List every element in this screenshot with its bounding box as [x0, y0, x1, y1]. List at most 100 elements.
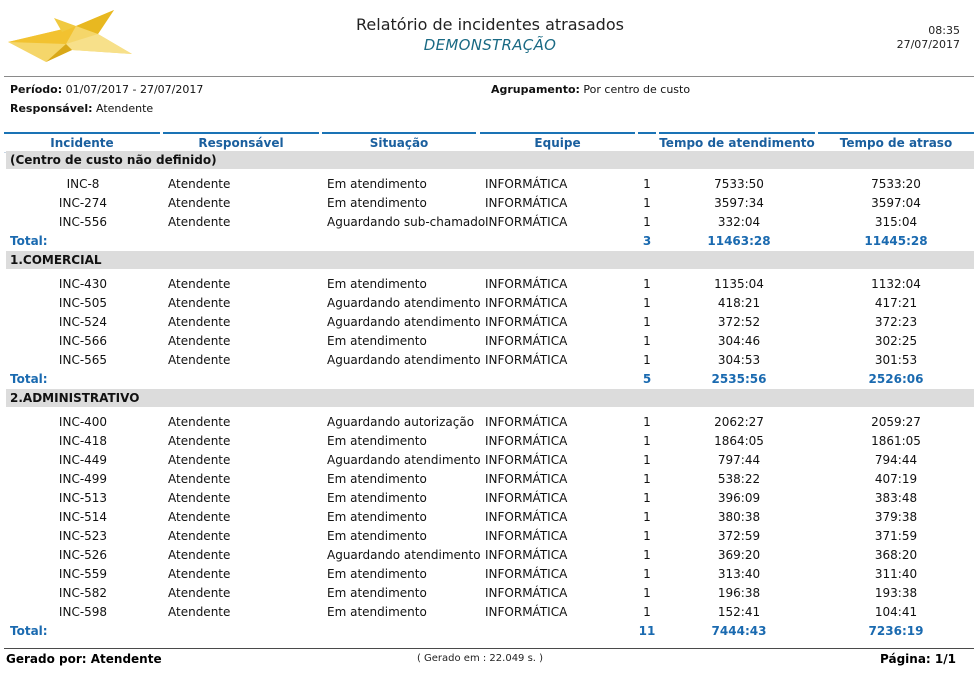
table-row: INC-8 Atendente Em atendimento INFORMÁTICA 1…	[0, 175, 978, 194]
tempo-atraso-cell: 368:20	[874, 548, 918, 562]
responsavel-label: Responsável:	[10, 102, 93, 115]
column-header-responsavel: Responsável	[163, 132, 319, 153]
tempo-atendimento-cell: 3597:34	[714, 196, 764, 210]
qtd-cell: 1	[643, 510, 651, 524]
report-title: Relatório de incidentes atrasados	[356, 15, 624, 34]
report-subtitle: DEMONSTRAÇÃO	[423, 36, 557, 54]
qtd-cell: 1	[643, 277, 651, 291]
incidente-cell: INC-418	[58, 434, 108, 448]
equipe-cell: INFORMÁTICA	[485, 510, 568, 524]
incidente-cell: INC-556	[58, 215, 108, 229]
situacao-cell: Em atendimento	[327, 567, 427, 581]
qtd-cell: 1	[643, 215, 651, 229]
responsavel-cell: Atendente	[168, 548, 231, 562]
incidente-cell: INC-499	[58, 472, 108, 486]
tempo-atraso-cell: 383:48	[874, 491, 918, 505]
equipe-cell: INFORMÁTICA	[485, 434, 568, 448]
incidente-cell: INC-524	[58, 315, 108, 329]
equipe-cell: INFORMÁTICA	[485, 586, 568, 600]
equipe-cell: INFORMÁTICA	[485, 334, 568, 348]
periodo-filter: Período: 01/07/2017 - 27/07/2017	[10, 83, 203, 96]
table-row: INC-430 Atendente Em atendimento INFORMÁTIC…	[0, 275, 978, 294]
column-header-tempo-atraso: Tempo de atraso	[818, 132, 974, 153]
report-time: 08:35	[928, 24, 960, 37]
title-block: Relatório de incidentes atrasados DEMONS…	[240, 15, 740, 54]
group-header: 2.ADMINISTRATIVO	[6, 389, 974, 407]
equipe-cell: INFORMÁTICA	[485, 548, 568, 562]
incidente-cell: INC-566	[58, 334, 108, 348]
tempo-atraso-cell: 371:59	[874, 529, 918, 543]
tempo-atraso-cell: 193:38	[874, 586, 918, 600]
origami-airplane-logo	[6, 4, 134, 66]
tempo-atraso-cell: 302:25	[874, 334, 918, 348]
responsavel-cell: Atendente	[168, 491, 231, 505]
table-row: INC-499 Atendente Em atendimento INFORMÁTIC…	[0, 470, 978, 489]
situacao-cell: Em atendimento	[327, 177, 427, 191]
tempo-atraso-cell: 311:40	[874, 567, 918, 581]
group-total-row: Total: 3 11463:28 11445:28	[0, 232, 978, 251]
tempo-atraso-cell: 301:53	[874, 353, 918, 367]
equipe-cell: INFORMÁTICA	[485, 415, 568, 429]
group-total-row: Total: 11 7444:43 7236:19	[0, 622, 978, 641]
responsavel-cell: Atendente	[168, 605, 231, 619]
tempo-atendimento-cell: 304:53	[717, 353, 761, 367]
tempo-atendimento-cell: 538:22	[717, 472, 761, 486]
qtd-cell: 1	[643, 529, 651, 543]
responsavel-cell: Atendente	[168, 334, 231, 348]
qtd-cell: 1	[643, 434, 651, 448]
qtd-cell: 1	[643, 491, 651, 505]
periodo-value: 01/07/2017 - 27/07/2017	[65, 83, 204, 96]
tempo-atraso-cell: 379:38	[874, 510, 918, 524]
incidente-cell: INC-582	[58, 586, 108, 600]
table-row: INC-449 Atendente Aguardando atendimento IN…	[0, 451, 978, 470]
tempo-atendimento-cell: 372:52	[717, 315, 761, 329]
tempo-atendimento-cell: 304:46	[717, 334, 761, 348]
responsavel-cell: Atendente	[168, 510, 231, 524]
table-row: INC-566 Atendente Em atendimento INFORMÁTIC…	[0, 332, 978, 351]
footer-divider	[4, 648, 974, 649]
equipe-cell: INFORMÁTICA	[485, 491, 568, 505]
table-row: INC-556 Atendente Aguardando sub-chamado IN…	[0, 213, 978, 232]
situacao-cell: Aguardando atendimento	[327, 296, 481, 310]
agrupamento-label: Agrupamento:	[491, 83, 580, 96]
equipe-cell: INFORMÁTICA	[485, 296, 568, 310]
tempo-atraso-cell: 7533:20	[871, 177, 921, 191]
column-header-equipe: Equipe	[480, 132, 635, 153]
tempo-atendimento-cell: 2062:27	[714, 415, 764, 429]
column-header-situacao: Situação	[322, 132, 476, 153]
equipe-cell: INFORMÁTICA	[485, 453, 568, 467]
group-header: 1.COMERCIAL	[6, 251, 974, 269]
table-row: INC-505 Atendente Aguardando atendimento IN…	[0, 294, 978, 313]
situacao-cell: Aguardando atendimento	[327, 453, 481, 467]
tempo-atendimento-cell: 380:38	[717, 510, 761, 524]
table-row: INC-514 Atendente Em atendimento INFORMÁTIC…	[0, 508, 978, 527]
qtd-cell: 1	[643, 334, 651, 348]
equipe-cell: INFORMÁTICA	[485, 567, 568, 581]
qtd-cell: 1	[643, 605, 651, 619]
qtd-cell: 1	[643, 472, 651, 486]
responsavel-cell: Atendente	[168, 277, 231, 291]
incidente-cell: INC-274	[58, 196, 108, 210]
tempo-atraso-cell: 2059:27	[871, 415, 921, 429]
tempo-atraso-cell: 1132:04	[871, 277, 921, 291]
total-label: Total:	[10, 372, 48, 386]
incidente-cell: INC-565	[58, 353, 108, 367]
equipe-cell: INFORMÁTICA	[485, 315, 568, 329]
tempo-atendimento-cell: 152:41	[717, 605, 761, 619]
responsavel-cell: Atendente	[168, 453, 231, 467]
tempo-atraso-cell: 315:04	[874, 215, 918, 229]
situacao-cell: Em atendimento	[327, 586, 427, 600]
total-qtd: 11	[638, 624, 656, 638]
situacao-cell: Em atendimento	[327, 605, 427, 619]
total-tempo-atendimento: 11463:28	[707, 234, 771, 248]
tempo-atraso-cell: 417:21	[874, 296, 918, 310]
header-divider	[4, 76, 974, 77]
responsavel-cell: Atendente	[168, 472, 231, 486]
tempo-atendimento-cell: 1864:05	[714, 434, 764, 448]
gerado-em: ( Gerado em : 22.049 s. )	[416, 653, 544, 664]
incidente-cell: INC-598	[58, 605, 108, 619]
equipe-cell: INFORMÁTICA	[485, 472, 568, 486]
total-label: Total:	[10, 624, 48, 638]
total-label: Total:	[10, 234, 48, 248]
tempo-atendimento-cell: 313:40	[717, 567, 761, 581]
